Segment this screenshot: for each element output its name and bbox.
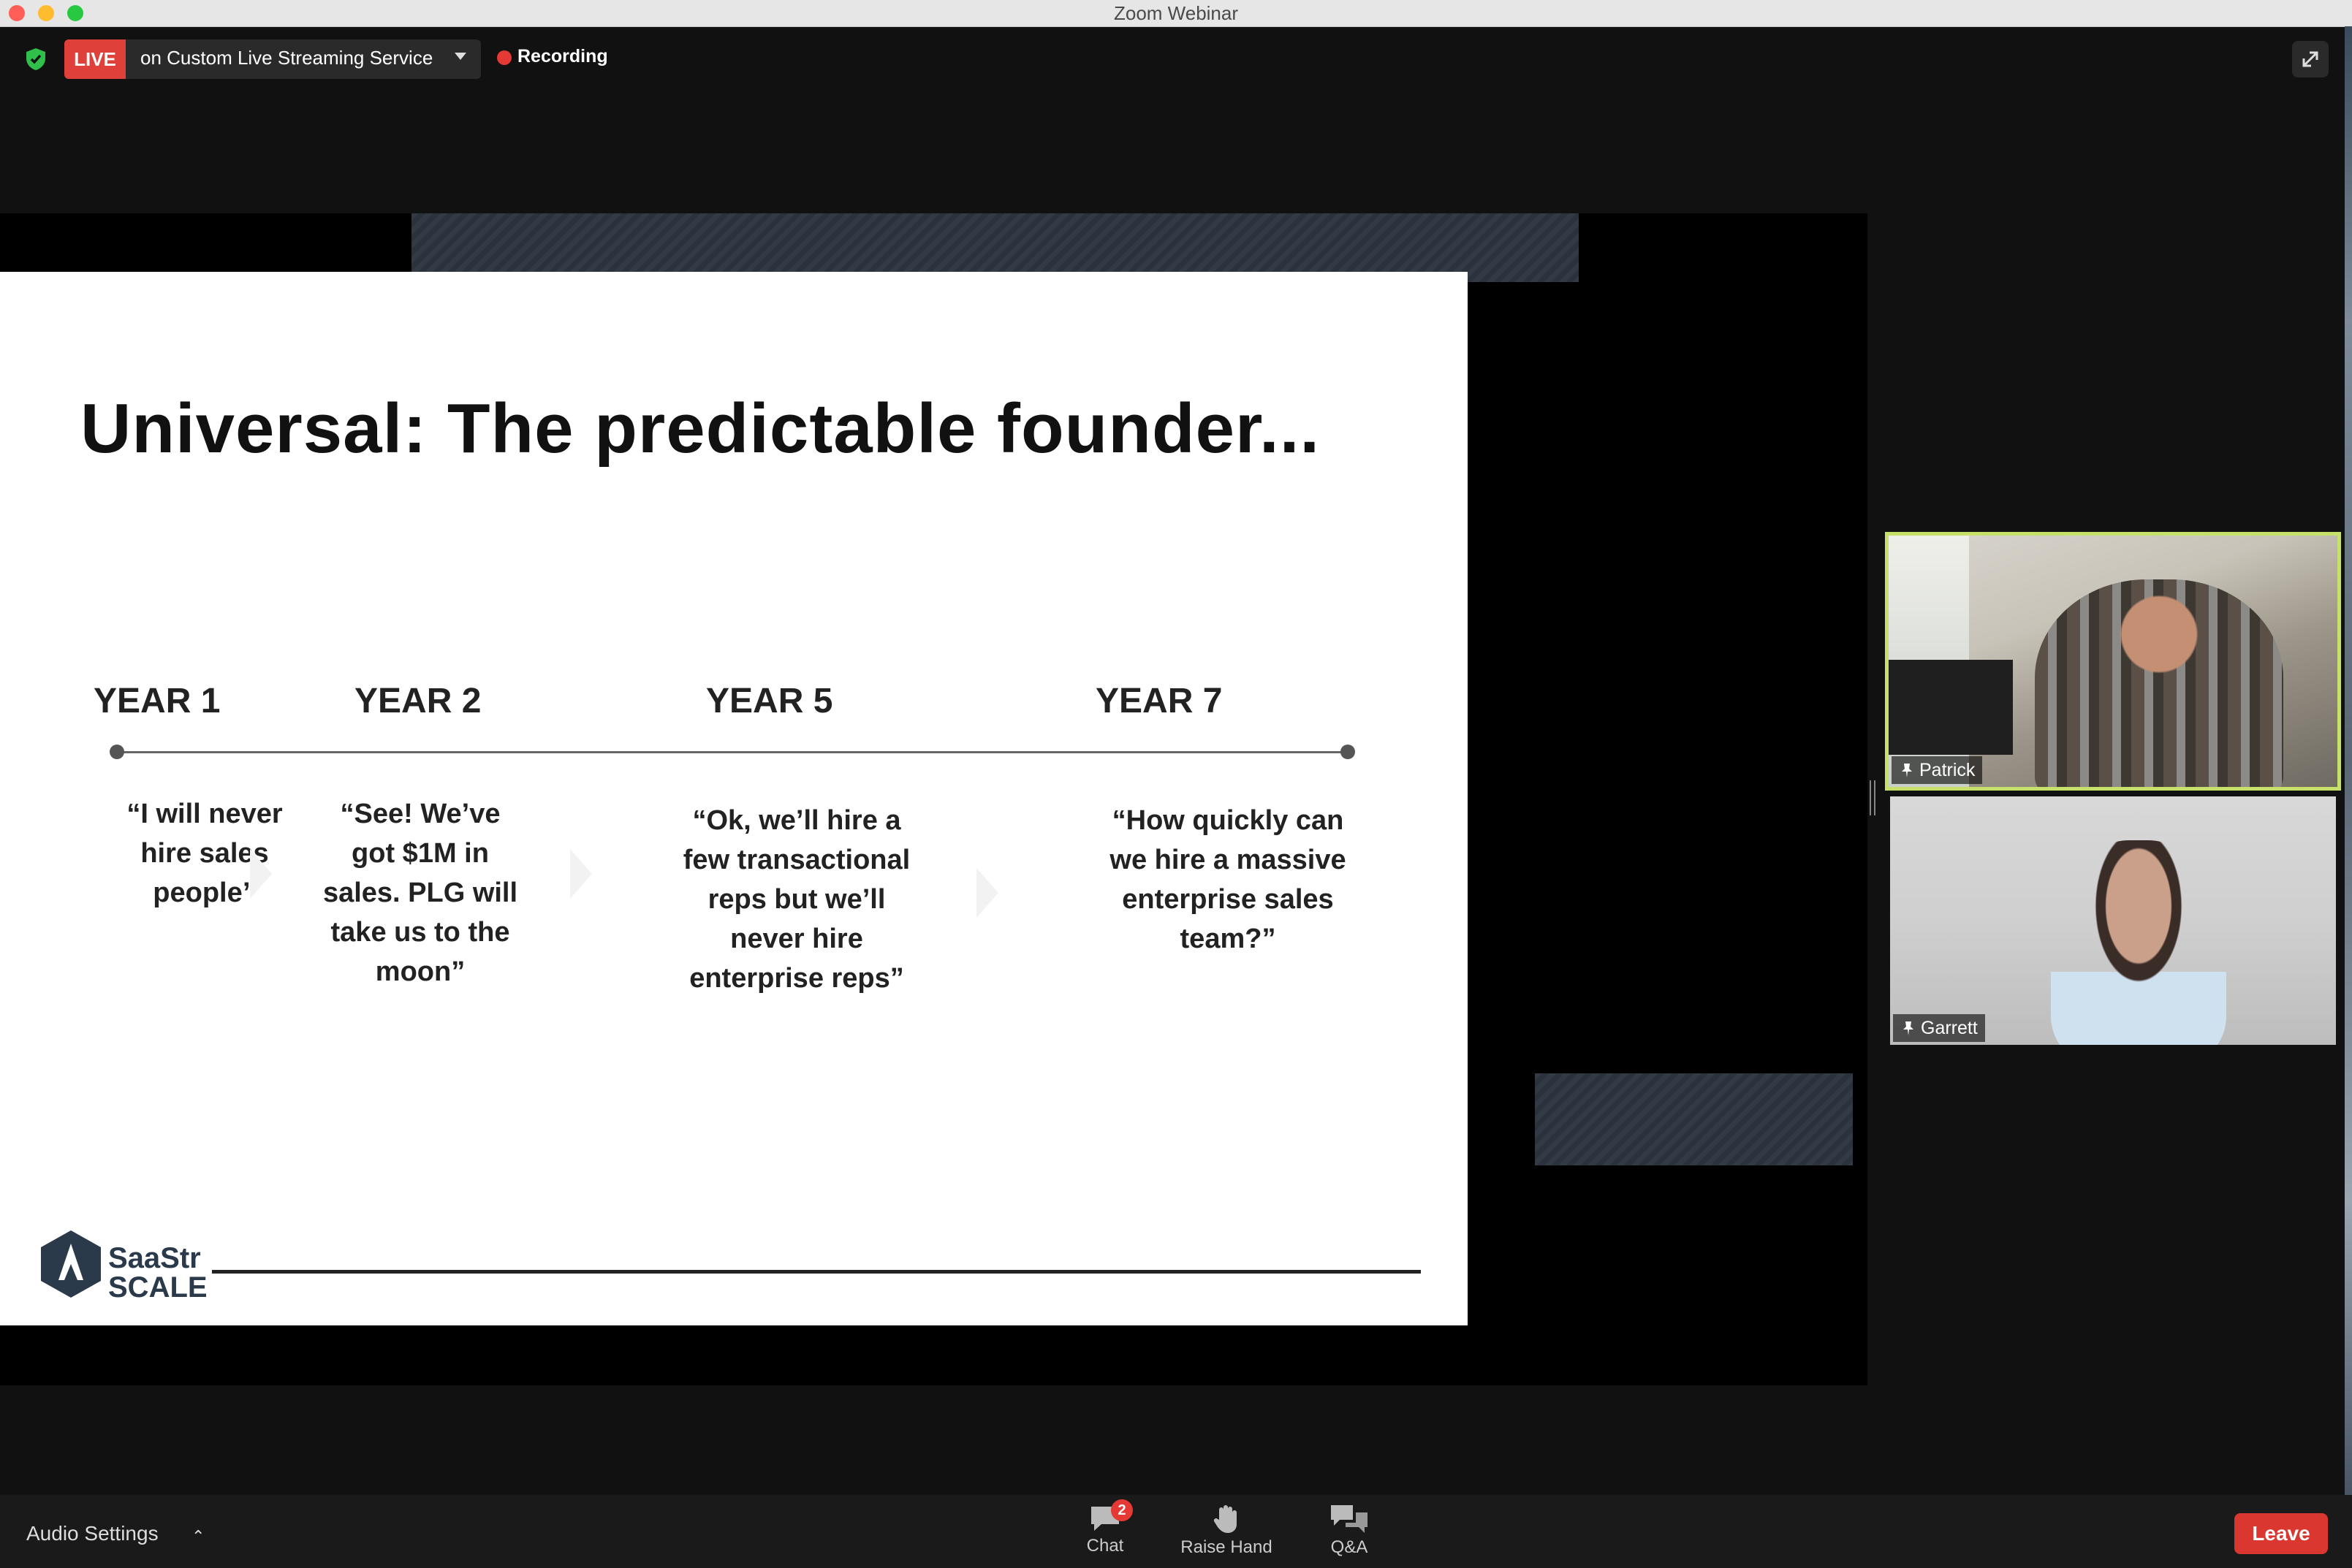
- pin-icon: [1903, 1021, 1913, 1035]
- year-label: YEAR 2: [354, 682, 482, 720]
- leave-button[interactable]: Leave: [2234, 1513, 2328, 1554]
- live-badge: LIVE: [64, 39, 126, 79]
- panel-resize-handle[interactable]: [1870, 780, 1875, 815]
- chat-button[interactable]: Chat: [1054, 1498, 1156, 1556]
- audio-settings-button[interactable]: Audio Settings: [26, 1522, 159, 1545]
- person-shape: [2051, 840, 2226, 1045]
- background-window-edge: [2345, 26, 2352, 1495]
- timeline-end-dot: [1340, 745, 1355, 759]
- quote-year-2: “See! We’ve got $1M in sales. PLG will t…: [322, 799, 518, 987]
- quote-year-1: “I will never hire sales people”: [126, 799, 283, 908]
- pin-icon: [1902, 764, 1912, 777]
- participant-tile-patrick[interactable]: Patrick: [1885, 532, 2341, 791]
- shield-icon[interactable]: [25, 47, 47, 71]
- chevron-down-icon[interactable]: [455, 53, 466, 60]
- quote-year-7: “How quickly can we hire a massive enter…: [1109, 805, 1346, 954]
- arrow-right-icon: [976, 868, 998, 918]
- logo-line-1: SaaStr: [108, 1242, 201, 1274]
- window-title: Zoom Webinar: [1113, 2, 1239, 24]
- slide-footer-rule: [212, 1270, 1421, 1274]
- chat-label: Chat: [1086, 1536, 1124, 1556]
- timeline-line: [117, 751, 1348, 753]
- stream-destination-label: on Custom Live Streaming Service: [140, 47, 433, 69]
- fullscreen-button[interactable]: [2292, 41, 2329, 77]
- year-label: YEAR 5: [706, 682, 833, 720]
- recording-label: Recording: [517, 46, 608, 66]
- arrow-right-icon: [570, 849, 592, 899]
- logo-line-2: SCALE: [108, 1271, 208, 1304]
- year-label: YEAR 1: [94, 682, 221, 720]
- arrow-right-icon: [250, 849, 272, 899]
- quote-year-5: “Ok, we’ll hire a few transactional reps…: [683, 805, 911, 994]
- chevron-up-icon[interactable]: ⌃: [191, 1527, 205, 1546]
- presentation-slide: Universal: The predictable founder... YE…: [0, 272, 1468, 1325]
- qa-icon: [1331, 1505, 1367, 1533]
- participant-tile-garrett[interactable]: Garrett: [1890, 796, 2336, 1045]
- participant-name-badge: Patrick: [1892, 756, 1983, 784]
- raise-hand-button[interactable]: Raise Hand: [1175, 1498, 1278, 1558]
- saastr-logo-icon: [41, 1230, 101, 1298]
- chat-unread-badge: 2: [1111, 1499, 1133, 1521]
- participant-name: Patrick: [1919, 760, 1976, 780]
- monitor-shape: [1889, 660, 2013, 755]
- year-label: YEAR 7: [1096, 682, 1223, 720]
- fullscreen-icon: [2302, 51, 2318, 67]
- saastr-scale-logo: SaaStr SCALE: [108, 1244, 208, 1302]
- slide-decoration-stripe: [1535, 1073, 1853, 1165]
- raise-hand-label: Raise Hand: [1180, 1537, 1272, 1557]
- slide-title: Universal: The predictable founder...: [80, 389, 1321, 468]
- raise-hand-icon: [1213, 1505, 1237, 1533]
- qa-button[interactable]: Q&A: [1298, 1498, 1400, 1558]
- timeline-start-dot: [110, 745, 124, 759]
- participant-name: Garrett: [1921, 1018, 1978, 1038]
- qa-label: Q&A: [1330, 1537, 1368, 1557]
- window-title-bar: Zoom Webinar: [0, 0, 2352, 27]
- recording-dot-icon: [497, 50, 512, 65]
- participant-name-badge: Garrett: [1893, 1014, 1985, 1042]
- person-shape: [2035, 579, 2283, 787]
